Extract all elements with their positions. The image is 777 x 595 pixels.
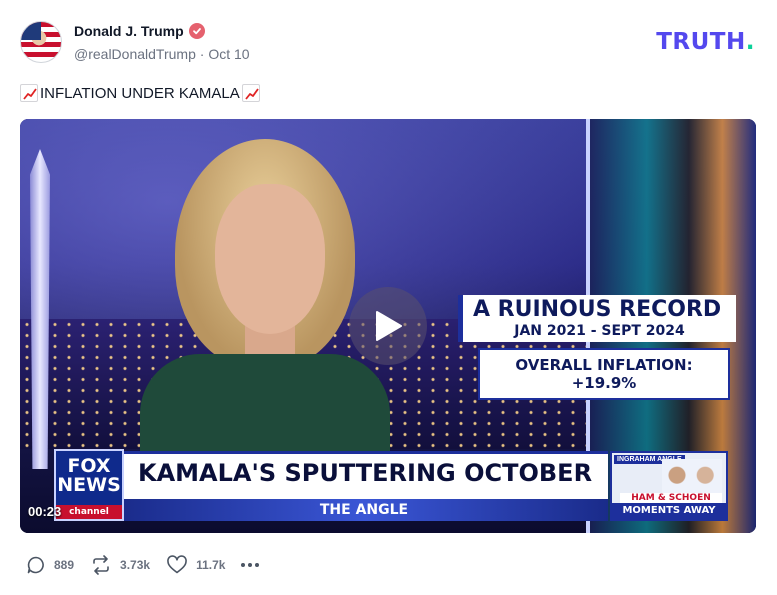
show-name: THE ANGLE bbox=[120, 499, 608, 521]
like-button[interactable]: 11.7k bbox=[166, 555, 225, 575]
brand-name: TRUTH bbox=[656, 29, 746, 55]
heart-icon bbox=[167, 555, 187, 574]
author-display-name[interactable]: Donald J. Trump bbox=[74, 23, 184, 39]
reply-icon bbox=[27, 556, 44, 574]
headline: KAMALA'S SPUTTERING OCTOBER bbox=[138, 459, 593, 487]
fox-news-logo: FOX NEWS channel bbox=[54, 449, 124, 521]
network-line2: NEWS bbox=[57, 474, 121, 496]
repost-button[interactable]: 3.73k bbox=[90, 555, 150, 575]
author-meta: @realDonaldTrump · Oct 10 bbox=[74, 46, 250, 62]
lower-third: KAMALA'S SPUTTERING OCTOBER THE ANGLE FO… bbox=[20, 447, 756, 533]
graphic-stat: OVERALL INFLATION: +19.9% bbox=[478, 348, 730, 400]
truth-social-logo[interactable]: TRUTH. bbox=[656, 29, 755, 55]
post-text: INFLATION UNDER KAMALA bbox=[20, 84, 260, 102]
graphic-title: A RUINOUS RECORD bbox=[473, 297, 722, 322]
post-actions: 889 3.73k 11.7k bbox=[26, 555, 260, 575]
play-icon bbox=[376, 311, 402, 341]
inflation-graphic: A RUINOUS RECORD JAN 2021 - SEPT 2024 OV… bbox=[458, 295, 736, 400]
author-handle[interactable]: @realDonaldTrump bbox=[74, 46, 196, 62]
like-count: 11.7k bbox=[196, 558, 226, 572]
repost-count: 3.73k bbox=[120, 558, 151, 572]
chart-increasing-icon bbox=[20, 84, 38, 102]
promo-guests: HAM & SCHOEN bbox=[620, 493, 722, 503]
promo-guests-image bbox=[662, 459, 722, 495]
reply-button[interactable]: 889 bbox=[26, 555, 74, 575]
meta-separator: · bbox=[199, 46, 205, 62]
brand-dot: . bbox=[745, 29, 755, 55]
graphic-title-box: A RUINOUS RECORD JAN 2021 - SEPT 2024 bbox=[458, 295, 736, 342]
headline-band: KAMALA'S SPUTTERING OCTOBER bbox=[120, 451, 608, 499]
graphic-date-range: JAN 2021 - SEPT 2024 bbox=[514, 323, 685, 339]
reply-count: 889 bbox=[54, 558, 75, 572]
promo-time: MOMENTS AWAY bbox=[612, 503, 726, 519]
verified-badge-icon bbox=[188, 23, 205, 39]
upcoming-promo: INGRAHAM ANGLE HAM & SCHOEN MOMENTS AWAY bbox=[610, 451, 728, 521]
chart-increasing-icon bbox=[241, 84, 260, 102]
repost-icon bbox=[93, 555, 109, 575]
post-date[interactable]: Oct 10 bbox=[208, 46, 249, 62]
washington-monument bbox=[30, 149, 50, 469]
author-name-row: Donald J. Trump bbox=[74, 23, 205, 39]
more-options-icon[interactable] bbox=[241, 555, 260, 575]
post-body: INFLATION UNDER KAMALA bbox=[40, 84, 240, 102]
video-timestamp: 00:23 bbox=[28, 504, 62, 519]
network-channel: channel bbox=[56, 505, 122, 519]
video-player[interactable]: A RUINOUS RECORD JAN 2021 - SEPT 2024 OV… bbox=[20, 119, 756, 533]
avatar[interactable] bbox=[20, 21, 62, 63]
play-button[interactable] bbox=[349, 287, 427, 365]
